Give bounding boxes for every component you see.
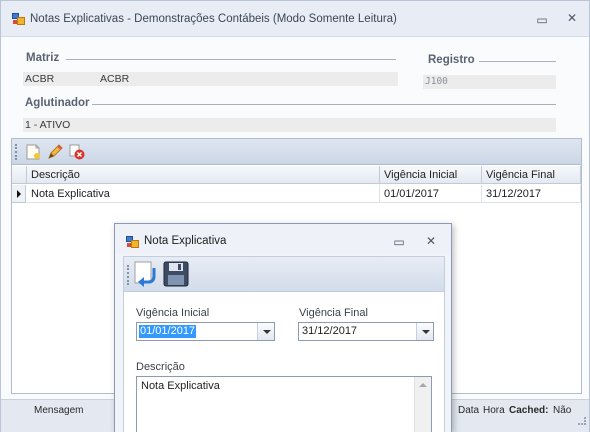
aglutinador-divider (92, 104, 556, 105)
vigencia-final-label: Vigência Final (299, 307, 368, 319)
status-cached-label: Cached: (509, 405, 549, 416)
vigencia-final-value: 31/12/2017 (302, 325, 358, 337)
column-header-vigencia-inicial[interactable]: Vigência Inicial (380, 166, 482, 184)
vigencia-final-dropdown-icon[interactable] (416, 323, 433, 340)
matriz-divider (66, 59, 396, 60)
dialog-toolbar (123, 256, 445, 292)
undo-icon[interactable] (132, 260, 160, 288)
status-data: Data (458, 405, 480, 416)
column-header-descricao[interactable]: Descrição (27, 166, 380, 184)
vigencia-final-picker[interactable]: 31/12/2017 (298, 322, 434, 341)
matriz-field: ACBR ACBR (23, 72, 398, 86)
new-icon[interactable] (24, 143, 42, 161)
nota-explicativa-dialog: Nota Explicativa ▭ ✕ Vigência Inicial 01… (114, 223, 452, 432)
table-cell-vigencia-inicial[interactable]: 01/01/2017 (380, 185, 482, 203)
vigencia-inicial-picker[interactable]: 01/01/2017 (136, 322, 275, 341)
delete-icon[interactable] (68, 143, 86, 161)
matriz-code: ACBR (25, 73, 55, 85)
matriz-label: Matriz (26, 52, 60, 64)
dialog-toolbar-grip (127, 265, 129, 285)
toolbar-grip (15, 144, 17, 160)
row-indicator[interactable] (12, 185, 26, 203)
dialog-titlebar[interactable]: Nota Explicativa ▭ ✕ (115, 224, 451, 254)
close-button[interactable]: ✕ (561, 9, 583, 27)
descricao-value: Nota Explicativa (141, 380, 220, 392)
resize-grip[interactable] (578, 417, 586, 425)
dialog-close-button[interactable]: ✕ (420, 232, 442, 250)
registro-field: J100 (423, 75, 556, 89)
dialog-form: Vigência Inicial 01/01/2017 Vigência Fin… (123, 292, 445, 432)
descricao-label: Descrição (136, 361, 185, 373)
edit-icon[interactable] (46, 143, 64, 161)
aglutinador-field: 1 - ATIVO (23, 118, 556, 132)
main-titlebar[interactable]: Notas Explicativas - Demonstrações Contá… (1, 1, 589, 37)
aglutinador-label: Aglutinador (25, 97, 90, 109)
status-mensagem: Mensagem (34, 405, 84, 416)
vigencia-inicial-value: 01/01/2017 (139, 325, 197, 338)
row-header-corner (12, 166, 27, 184)
status-hora: Hora (483, 405, 505, 416)
app-icon (12, 13, 25, 25)
dialog-app-icon (126, 236, 139, 248)
dialog-minimize-button[interactable]: ▭ (388, 233, 410, 251)
window-title: Notas Explicativas - Demonstrações Contá… (30, 13, 397, 25)
status-cached-value: Não (553, 405, 572, 416)
grid-toolbar (12, 139, 581, 165)
vigencia-inicial-label: Vigência Inicial (136, 307, 210, 319)
save-icon[interactable] (162, 260, 190, 288)
matriz-name: ACBR (100, 73, 130, 85)
descricao-textarea[interactable]: Nota Explicativa (136, 376, 432, 432)
descricao-scrollbar[interactable] (414, 377, 431, 432)
column-header-vigencia-final[interactable]: Vigência Final (482, 166, 581, 184)
dialog-title: Nota Explicativa (144, 235, 227, 247)
table-cell-descricao[interactable]: Nota Explicativa (27, 185, 380, 203)
registro-divider (479, 61, 556, 62)
table-cell-vigencia-final[interactable]: 31/12/2017 (482, 185, 581, 203)
registro-label: Registro (428, 54, 475, 66)
vigencia-inicial-dropdown-icon[interactable] (257, 323, 274, 340)
minimize-button[interactable]: ▭ (531, 11, 553, 29)
